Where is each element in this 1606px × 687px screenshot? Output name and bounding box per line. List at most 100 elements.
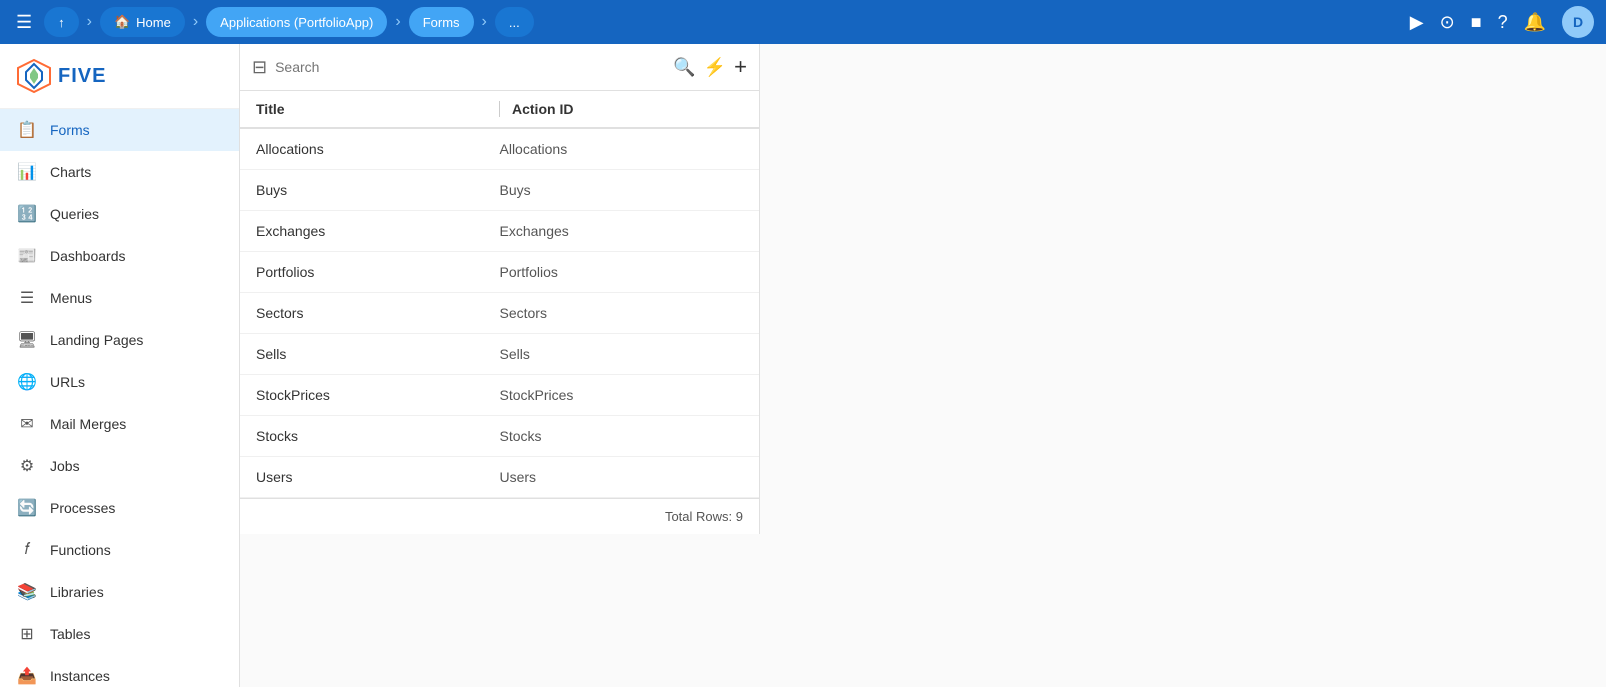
- functions-icon: 𝑓: [16, 539, 38, 561]
- content: ⊟ 🔍 ⚡ + Title Action ID Allocations Allo…: [240, 44, 1606, 687]
- right-area: [240, 534, 1606, 687]
- table-body: Allocations Allocations Buys Buys Exchan…: [240, 129, 759, 498]
- search-input[interactable]: [275, 59, 665, 75]
- cell-action: Sectors: [500, 305, 744, 321]
- breadcrumb-sep-3: ›: [395, 13, 400, 31]
- logo-text: FIVE: [58, 65, 106, 88]
- breadcrumb-sep-2: ›: [193, 13, 198, 31]
- sidebar-item-label: Tables: [50, 626, 90, 642]
- app-button[interactable]: Applications (PortfolioApp): [206, 7, 387, 37]
- sidebar-item-jobs[interactable]: ⚙ Jobs: [0, 445, 239, 487]
- cell-action: Stocks: [500, 428, 744, 444]
- play-button[interactable]: ▶: [1410, 12, 1424, 33]
- sidebar-item-label: Instances: [50, 668, 110, 684]
- sidebar-item-tables[interactable]: ⊞ Tables: [0, 613, 239, 655]
- column-separator: [499, 101, 500, 117]
- sidebar-item-menus[interactable]: ☰ Menus: [0, 277, 239, 319]
- col-action-header: Action ID: [512, 101, 743, 117]
- table-footer: Total Rows: 9: [240, 498, 759, 534]
- cell-title: Sectors: [256, 305, 500, 321]
- avatar[interactable]: D: [1562, 6, 1594, 38]
- sidebar-item-queries[interactable]: 🔢 Queries: [0, 193, 239, 235]
- sidebar-item-label: Forms: [50, 122, 90, 138]
- sidebar-item-forms[interactable]: 📋 Forms: [0, 109, 239, 151]
- processes-icon: 🔄: [16, 497, 38, 519]
- five-logo-icon: [16, 58, 52, 94]
- sidebar-item-landing-pages[interactable]: 🖥 Landing Pages: [0, 319, 239, 361]
- hamburger-icon[interactable]: ☰: [12, 8, 36, 37]
- sidebar-item-label: URLs: [50, 374, 85, 390]
- home-button[interactable]: 🏠 Home: [100, 7, 185, 37]
- cell-action: Users: [500, 469, 744, 485]
- cell-title: Allocations: [256, 141, 500, 157]
- add-button[interactable]: +: [734, 54, 747, 80]
- sidebar: FIVE 📋 Forms 📊 Charts 🔢 Queries 📰 Dashbo…: [0, 44, 240, 687]
- charts-icon: 📊: [16, 161, 38, 183]
- table-row[interactable]: Users Users: [240, 457, 759, 498]
- table-row[interactable]: Stocks Stocks: [240, 416, 759, 457]
- tables-icon: ⊞: [16, 623, 38, 645]
- libraries-icon: 📚: [16, 581, 38, 603]
- sidebar-item-libraries[interactable]: 📚 Libraries: [0, 571, 239, 613]
- queries-icon: 🔢: [16, 203, 38, 225]
- sidebar-item-processes[interactable]: 🔄 Processes: [0, 487, 239, 529]
- landing-pages-icon: 🖥: [16, 329, 38, 351]
- cell-action: Buys: [500, 182, 744, 198]
- forms-button[interactable]: Forms: [409, 7, 474, 37]
- forms-panel: ⊟ 🔍 ⚡ + Title Action ID Allocations Allo…: [240, 44, 760, 534]
- cell-action: StockPrices: [500, 387, 744, 403]
- sidebar-item-label: Processes: [50, 500, 115, 516]
- cell-title: StockPrices: [256, 387, 500, 403]
- upload-icon: ↑: [58, 15, 65, 30]
- cell-title: Sells: [256, 346, 500, 362]
- mail-merges-icon: ✉: [16, 413, 38, 435]
- forms-label: Forms: [423, 15, 460, 30]
- table-row[interactable]: Portfolios Portfolios: [240, 252, 759, 293]
- sidebar-item-instances[interactable]: 📤 Instances: [0, 655, 239, 687]
- sidebar-item-label: Charts: [50, 164, 91, 180]
- total-rows: Total Rows: 9: [665, 509, 743, 524]
- table-row[interactable]: Buys Buys: [240, 170, 759, 211]
- cell-title: Users: [256, 469, 500, 485]
- sidebar-item-label: Mail Merges: [50, 416, 126, 432]
- sidebar-item-mail-merges[interactable]: ✉ Mail Merges: [0, 403, 239, 445]
- search-bar: ⊟ 🔍 ⚡ +: [240, 44, 759, 91]
- help-button[interactable]: ?: [1498, 12, 1508, 33]
- cell-action: Exchanges: [500, 223, 744, 239]
- cell-title: Portfolios: [256, 264, 500, 280]
- more-button[interactable]: ...: [495, 7, 534, 37]
- table-row[interactable]: Sectors Sectors: [240, 293, 759, 334]
- cell-action: Allocations: [500, 141, 744, 157]
- sidebar-item-urls[interactable]: 🌐 URLs: [0, 361, 239, 403]
- more-label: ...: [509, 15, 520, 30]
- sidebar-item-label: Functions: [50, 542, 111, 558]
- stop-button[interactable]: ■: [1471, 12, 1482, 33]
- cell-title: Buys: [256, 182, 500, 198]
- jobs-icon: ⚙: [16, 455, 38, 477]
- sidebar-nav: 📋 Forms 📊 Charts 🔢 Queries 📰 Dashboards …: [0, 109, 239, 687]
- cell-action: Sells: [500, 346, 744, 362]
- sidebar-item-charts[interactable]: 📊 Charts: [0, 151, 239, 193]
- upload-button[interactable]: ↑: [44, 7, 79, 37]
- topbar: ☰ ↑ › 🏠 Home › Applications (PortfolioAp…: [0, 0, 1606, 44]
- instances-icon: 📤: [16, 665, 38, 687]
- sidebar-item-dashboards[interactable]: 📰 Dashboards: [0, 235, 239, 277]
- dashboards-icon: 📰: [16, 245, 38, 267]
- table-row[interactable]: Sells Sells: [240, 334, 759, 375]
- bell-button[interactable]: 🔔: [1524, 12, 1546, 33]
- filter-icon[interactable]: ⊟: [252, 57, 267, 78]
- sidebar-item-label: Landing Pages: [50, 332, 143, 348]
- cell-action: Portfolios: [500, 264, 744, 280]
- table-row[interactable]: StockPrices StockPrices: [240, 375, 759, 416]
- table-row[interactable]: Allocations Allocations: [240, 129, 759, 170]
- sidebar-item-label: Menus: [50, 290, 92, 306]
- forms-icon: 📋: [16, 119, 38, 141]
- table-row[interactable]: Exchanges Exchanges: [240, 211, 759, 252]
- search-button[interactable]: 🔍: [673, 57, 695, 78]
- search-nav-button[interactable]: ⊙: [1440, 12, 1455, 33]
- sidebar-item-label: Libraries: [50, 584, 104, 600]
- sidebar-item-label: Queries: [50, 206, 99, 222]
- sidebar-item-functions[interactable]: 𝑓 Functions: [0, 529, 239, 571]
- table-header: Title Action ID: [240, 91, 759, 129]
- lightning-button[interactable]: ⚡: [704, 57, 726, 78]
